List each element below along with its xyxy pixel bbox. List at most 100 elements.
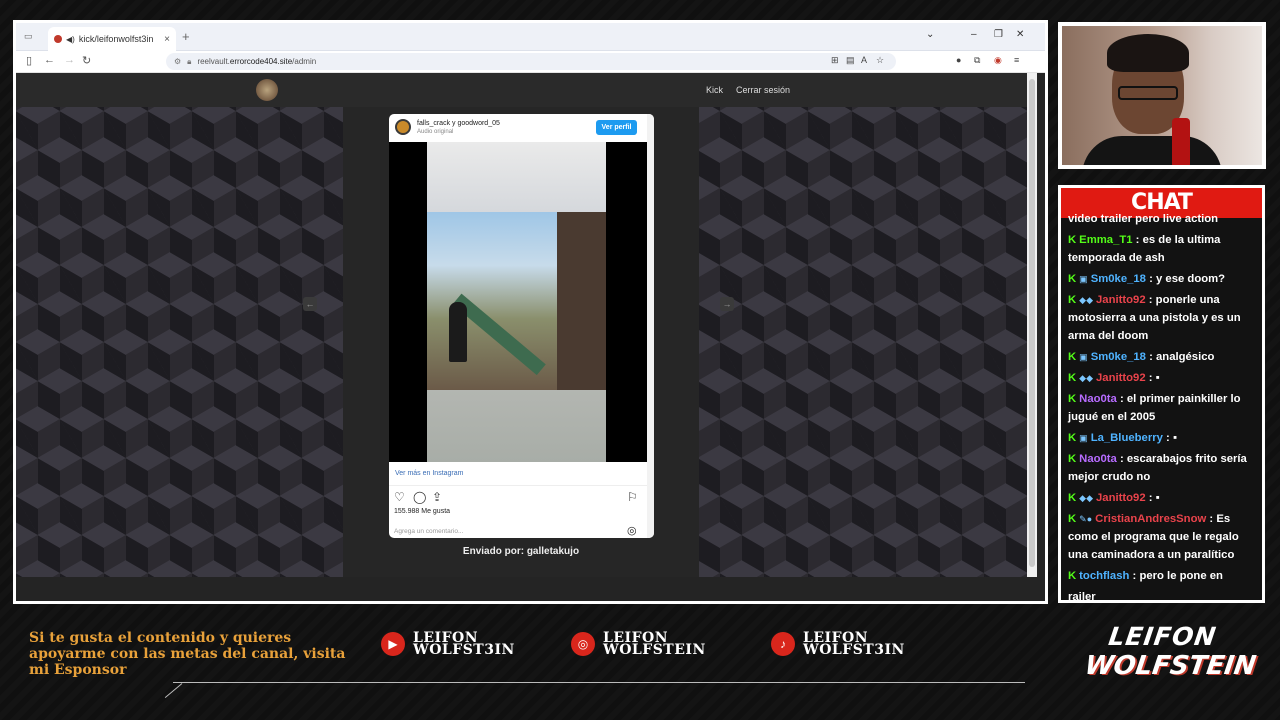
chat-username[interactable]: Sm0ke_18 (1091, 351, 1146, 363)
chat-message: K Nao0ta : el primer painkiller lo jugué … (1068, 390, 1256, 426)
tiktok-icon: ♪ (771, 632, 795, 656)
site-logo[interactable] (256, 79, 278, 101)
view-profile-button[interactable]: Ver perfil (596, 120, 637, 135)
chat-username[interactable]: Janitto92 (1096, 492, 1146, 504)
browser-tab[interactable]: ◀) kick/leifonwolfst3in × (48, 27, 176, 51)
sidebar-icon[interactable]: ▯ (26, 54, 32, 67)
social-name-line2: WOLFST3IN (413, 642, 515, 658)
microphone (1172, 118, 1190, 165)
chat-text: analgésico (1156, 351, 1215, 363)
chat-partial-message: video trailer pero live action (1068, 213, 1219, 225)
chat-message: Ktochflash : pero le pone en (1068, 567, 1256, 585)
address-toolbar: ▯ ← → ↻ ⚙ 🔒︎ reelvault.errorcode404.site… (16, 51, 1045, 73)
video-wall (557, 212, 606, 390)
chat-partial-message: railer (1068, 591, 1096, 600)
scrollbar-thumb[interactable] (1029, 79, 1035, 567)
minimize-icon[interactable]: – (971, 29, 977, 40)
chat-message: K Emma_T1 : es de la ultima temporada de … (1068, 231, 1256, 267)
view-more-instagram-link[interactable]: Ver más en Instagram (395, 470, 463, 477)
speaker-icon[interactable]: ◀) (66, 35, 75, 44)
comment-icon[interactable]: ◯ (413, 490, 426, 504)
save-bookmark-icon[interactable]: ⚐ (627, 490, 638, 504)
chat-text: pero le pone en (1139, 570, 1223, 582)
kick-badge-icon: K (1068, 432, 1077, 444)
tab-list-icon[interactable]: ▭ (24, 31, 33, 42)
chat-message: K ◆◆ Janitto92 : ponerle una motosierra a … (1068, 291, 1256, 345)
browser-window-frame: ▭ ◀) kick/leifonwolfst3in × + ⌄ – ❐ ✕ ▯ … (13, 20, 1048, 604)
kick-badge-icon: K (1068, 273, 1077, 285)
install-app-icon[interactable]: ⊞ (831, 55, 839, 66)
new-tab-button[interactable]: + (182, 29, 190, 44)
kick-badge-icon: K (1068, 492, 1077, 504)
kick-badge-icon: K (1068, 294, 1077, 306)
lock-icon: 🔒︎ (187, 56, 192, 66)
next-arrow-button[interactable]: → (720, 297, 734, 311)
chat-message: K ▣ Sm0ke_18 : analgésico (1068, 348, 1256, 366)
video-top-blur (427, 142, 606, 212)
streamer-glasses (1118, 86, 1178, 100)
translate-icon[interactable]: A (861, 55, 867, 65)
chat-message: K ▣ Sm0ke_18 : y ese doom? (1068, 270, 1256, 288)
nav-link-kick[interactable]: Kick (706, 85, 723, 95)
like-heart-icon[interactable]: ♡ (394, 490, 405, 504)
kick-badge-icon: K (1068, 570, 1077, 582)
video-bottom-blur (427, 390, 606, 462)
restore-icon[interactable]: ❐ (994, 29, 1003, 40)
tab-search-icon[interactable]: ⌄ (926, 29, 934, 40)
bookmark-star-icon[interactable]: ☆ (876, 55, 884, 66)
chat-username[interactable]: Janitto92 (1096, 294, 1146, 306)
chat-text: ▪ (1155, 372, 1160, 384)
social-name-line2: WOLFSTEIN (603, 642, 706, 658)
extensions-puzzle-icon[interactable]: ⧉ (974, 55, 980, 66)
chat-username[interactable]: tochflash (1079, 570, 1129, 582)
sent-by-label: Enviado por: galletakujo (462, 546, 580, 557)
kick-badge-icon: K (1068, 513, 1077, 525)
site-info-icon[interactable]: ⚙ (174, 57, 181, 66)
instagram-icon[interactable]: ◎ (627, 524, 637, 537)
youtube-icon: ▶ (381, 632, 405, 656)
previous-arrow-button[interactable]: ← (303, 297, 317, 311)
forward-icon[interactable]: → (64, 54, 75, 66)
brand-logo: LEIFON WOLFSTEIN (1083, 622, 1258, 695)
close-window-icon[interactable]: ✕ (1016, 29, 1024, 40)
ig-username[interactable]: falls_crack y goodword_05 (417, 120, 500, 127)
tab-close-icon[interactable]: × (164, 34, 170, 45)
instagram-embed: falls_crack y goodword_05 Audio original… (389, 114, 654, 538)
webcam-feed (1062, 26, 1262, 165)
streamer-body (1082, 136, 1222, 165)
chat-username[interactable]: Janitto92 (1096, 372, 1146, 384)
chat-username[interactable]: La_Blueberry (1091, 432, 1163, 444)
extension-icon[interactable]: ● (956, 55, 961, 65)
reload-icon[interactable]: ↻ (82, 54, 91, 67)
video-frame (427, 142, 606, 462)
chat-username[interactable]: CristianAndresSnow (1095, 513, 1206, 525)
chat-separator: : (1116, 453, 1127, 465)
chat-separator: : (1162, 432, 1173, 444)
comment-input[interactable]: Agrega un comentario... (394, 528, 463, 535)
chat-username[interactable]: Sm0ke_18 (1091, 273, 1146, 285)
profile-icon[interactable]: ◉ (994, 55, 1002, 66)
webcam-frame (1058, 22, 1266, 169)
chat-username[interactable]: Nao0ta (1079, 393, 1117, 405)
chat-separator: : (1145, 273, 1157, 285)
reader-view-icon[interactable]: ▤ (846, 55, 855, 66)
chat-username[interactable]: Emma_T1 (1079, 234, 1132, 246)
tab-bar: ▭ ◀) kick/leifonwolfst3in × + ⌄ – ❐ ✕ (16, 23, 1045, 51)
menu-icon[interactable]: ≡ (1014, 55, 1019, 65)
share-icon[interactable]: ⇪ (432, 490, 442, 504)
video-player[interactable] (389, 142, 654, 462)
chat-separator: : (1145, 492, 1156, 504)
chat-messages: video trailer pero live action K Emma_T1 … (1061, 213, 1262, 600)
chat-username[interactable]: Nao0ta (1079, 453, 1117, 465)
site-favicon-icon (54, 35, 62, 43)
back-icon[interactable]: ← (44, 54, 55, 66)
divider (173, 682, 1025, 683)
nav-link-logout[interactable]: Cerrar sesión (736, 85, 790, 95)
embed-scrollbar[interactable] (647, 114, 654, 538)
kick-badge-icon: K (1068, 351, 1077, 363)
url-bar[interactable]: ⚙ 🔒︎ reelvault.errorcode404.site/admin (166, 53, 896, 70)
kick-badge-icon: K (1068, 393, 1077, 405)
sponsor-text: Si te gusta el contenido y quieres apoya… (29, 630, 346, 678)
avatar[interactable] (395, 119, 411, 135)
social-tiktok: ♪ LEIFON WOLFST3IN (771, 631, 905, 657)
